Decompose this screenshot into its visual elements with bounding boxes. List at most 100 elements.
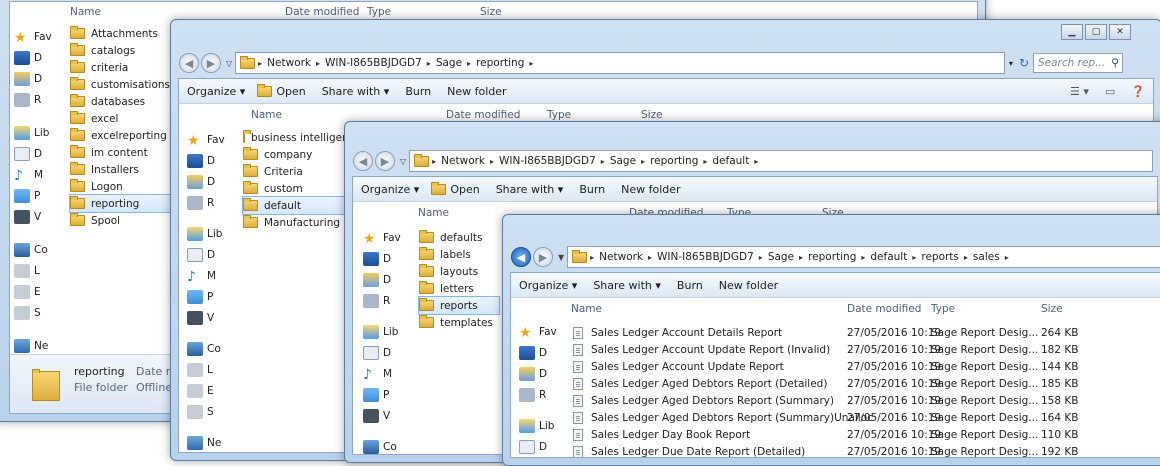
- folder-row[interactable]: Spool: [70, 212, 170, 229]
- col-name-header[interactable]: Name: [418, 207, 449, 219]
- nav-documents[interactable]: D: [363, 342, 415, 363]
- folder-row[interactable]: templates: [419, 314, 499, 331]
- forward-button[interactable]: ▶: [201, 53, 221, 73]
- new-folder-button[interactable]: New folder: [621, 183, 680, 196]
- breadcrumb-separator-icon[interactable]: ▸: [861, 253, 865, 262]
- folder-row[interactable]: catalogs: [70, 42, 170, 59]
- breadcrumb-item[interactable]: Network: [599, 251, 643, 263]
- nav-local-disk[interactable]: L: [187, 359, 243, 380]
- nav-favorites[interactable]: ★ Fav: [187, 129, 243, 150]
- col-name-header[interactable]: Name: [251, 109, 282, 121]
- forward-button[interactable]: ▶: [375, 151, 395, 171]
- breadcrumb-separator-icon[interactable]: ▸: [754, 157, 758, 166]
- nav-pictures[interactable]: P: [187, 286, 243, 307]
- nav-s-drive[interactable]: S: [14, 302, 64, 323]
- breadcrumb-item[interactable]: default: [870, 251, 907, 263]
- nav-music[interactable]: ♪M: [187, 265, 243, 286]
- folder-row[interactable]: Logon: [70, 178, 170, 195]
- nav-documents[interactable]: D: [14, 143, 64, 164]
- folder-row[interactable]: excel: [70, 110, 170, 127]
- breadcrumb-separator-icon[interactable]: ▸: [703, 157, 707, 166]
- breadcrumb-item[interactable]: reporting: [808, 251, 856, 263]
- col-date-header[interactable]: Date modified: [285, 6, 359, 18]
- folder-row[interactable]: Installers: [70, 161, 170, 178]
- nav-pictures[interactable]: P: [14, 185, 64, 206]
- nav-s-drive[interactable]: S: [187, 401, 243, 422]
- folder-row[interactable]: im content: [70, 144, 170, 161]
- back-button[interactable]: ◀: [353, 151, 373, 171]
- nav-recent[interactable]: R: [14, 89, 64, 110]
- breadcrumb-separator-icon[interactable]: ▸: [799, 253, 803, 262]
- nav-computer[interactable]: Co: [14, 239, 64, 260]
- back-button[interactable]: ◀: [179, 53, 199, 73]
- new-folder-button[interactable]: New folder: [719, 279, 778, 292]
- folder-row[interactable]: reporting: [69, 194, 171, 213]
- burn-button[interactable]: Burn: [579, 183, 605, 196]
- maximize-button[interactable]: ▢: [1085, 24, 1107, 40]
- nav-favorites[interactable]: ★ Fav: [519, 321, 571, 342]
- breadcrumb-separator-icon[interactable]: ▸: [648, 253, 652, 262]
- breadcrumb-separator-icon[interactable]: ▸: [490, 157, 494, 166]
- col-size-header[interactable]: Size: [641, 109, 663, 121]
- breadcrumb-item[interactable]: reporting: [650, 155, 698, 167]
- nav-downloads[interactable]: D: [363, 269, 415, 290]
- col-type-header[interactable]: Type: [367, 6, 391, 18]
- nav-desktop[interactable]: D: [519, 342, 571, 363]
- folder-row[interactable]: Criteria: [243, 163, 358, 180]
- organize-button[interactable]: Organize ▾: [519, 279, 577, 292]
- nav-downloads[interactable]: D: [14, 68, 64, 89]
- view-options-icon[interactable]: ☰ ▾: [1070, 85, 1089, 98]
- folder-row[interactable]: criteria: [70, 59, 170, 76]
- breadcrumb-separator-icon[interactable]: ▸: [601, 157, 605, 166]
- nav-downloads[interactable]: D: [187, 171, 243, 192]
- nav-documents[interactable]: D: [187, 244, 243, 265]
- minimize-button[interactable]: ▁: [1061, 24, 1083, 40]
- breadcrumb-item[interactable]: Network: [441, 155, 485, 167]
- breadcrumb-separator-icon[interactable]: ▸: [641, 157, 645, 166]
- nav-recent[interactable]: R: [363, 290, 415, 311]
- nav-pictures[interactable]: P: [363, 384, 415, 405]
- open-button[interactable]: Open: [450, 183, 479, 196]
- breadcrumb-item[interactable]: Network: [267, 57, 311, 69]
- breadcrumb-separator-icon[interactable]: ▸: [316, 59, 320, 68]
- col-date-header[interactable]: Date modified: [847, 303, 921, 315]
- window-2-search-box[interactable]: Search rep... ⚲: [1033, 53, 1123, 73]
- breadcrumb-separator-icon[interactable]: ▸: [912, 253, 916, 262]
- folder-row[interactable]: Attachments: [70, 25, 170, 42]
- file-row[interactable]: Sales Ledger Account Details Report 27/05…: [573, 324, 1160, 341]
- share-with-button[interactable]: Share with ▾: [322, 85, 390, 98]
- breadcrumb-separator-icon[interactable]: ▸: [1005, 253, 1009, 262]
- preview-pane-icon[interactable]: ▭: [1105, 85, 1115, 98]
- nav-videos[interactable]: V: [363, 405, 415, 426]
- folder-row[interactable]: Manufacturing: [243, 214, 358, 231]
- breadcrumb-item[interactable]: WIN-I865BBJDGD7: [499, 155, 596, 167]
- nav-e-drive[interactable]: E: [187, 380, 243, 401]
- col-name-header[interactable]: Name: [70, 6, 101, 18]
- refresh-icon[interactable]: ↻: [1019, 56, 1029, 70]
- col-date-header[interactable]: Date modified: [446, 109, 520, 121]
- nav-libraries[interactable]: Lib: [14, 122, 64, 143]
- burn-button[interactable]: Burn: [405, 85, 431, 98]
- breadcrumb-item[interactable]: Sage: [768, 251, 794, 263]
- nav-recent[interactable]: R: [187, 192, 243, 213]
- help-icon[interactable]: ❓: [1131, 85, 1145, 98]
- nav-desktop[interactable]: D: [187, 150, 243, 171]
- folder-row[interactable]: labels: [419, 246, 499, 263]
- window-3-address-bar[interactable]: ▸ Network ▸ WIN-I865BBJDGD7 ▸ Sage ▸ reporting ▸…: [409, 150, 1153, 172]
- breadcrumb-item[interactable]: default: [712, 155, 749, 167]
- share-with-button[interactable]: Share with ▾: [593, 279, 661, 292]
- col-type-header[interactable]: Type: [547, 109, 571, 121]
- nav-network[interactable]: Ne: [14, 335, 64, 356]
- folder-row[interactable]: default: [242, 196, 359, 215]
- back-button[interactable]: ◀: [511, 247, 531, 267]
- organize-button[interactable]: Organize ▾: [187, 85, 245, 98]
- nav-videos[interactable]: V: [187, 307, 243, 328]
- nav-music[interactable]: ♪M: [14, 164, 64, 185]
- open-button[interactable]: Open: [276, 85, 305, 98]
- nav-music[interactable]: ♪M: [519, 457, 571, 458]
- file-row[interactable]: Sales Ledger Aged Debtors Report (Detail…: [573, 375, 1160, 392]
- col-size-header[interactable]: Size: [480, 6, 502, 18]
- col-name-header[interactable]: Name: [571, 303, 602, 315]
- close-button[interactable]: ✕: [1109, 24, 1131, 40]
- recent-pages-dropdown[interactable]: ▽: [400, 157, 406, 166]
